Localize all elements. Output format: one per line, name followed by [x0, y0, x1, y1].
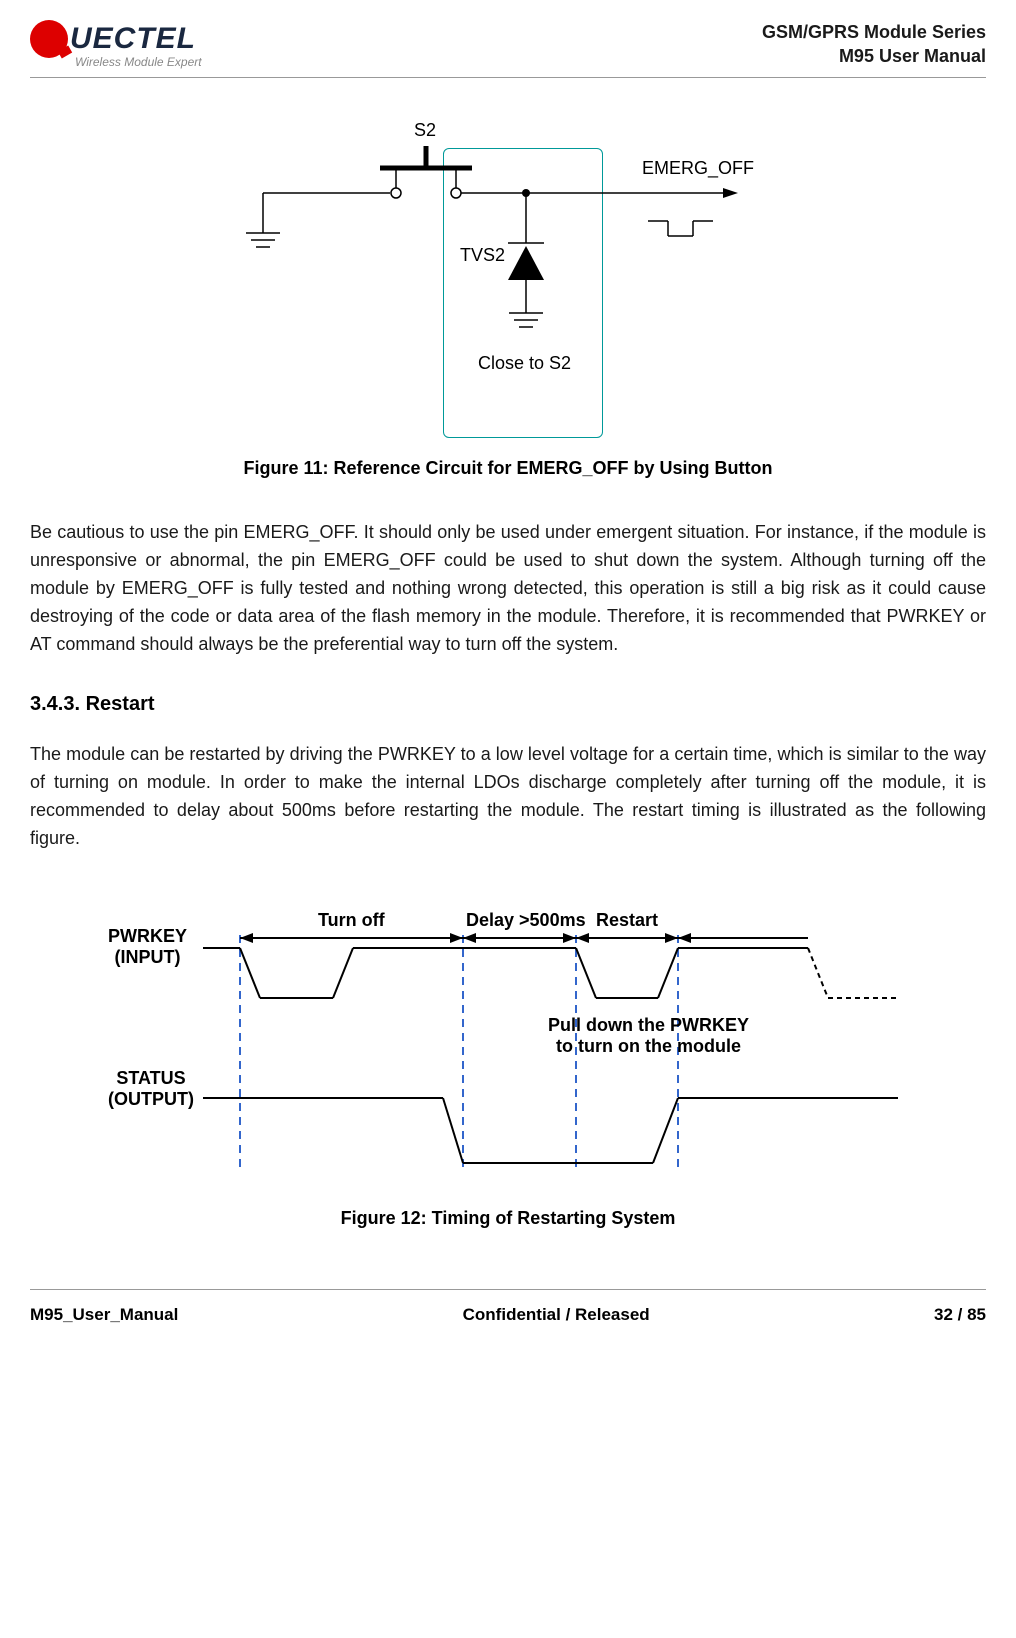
restart-heading: 3.4.3. Restart	[30, 693, 986, 716]
restart-paragraph: The module can be restarted by driving t…	[30, 741, 986, 853]
logo: UECTEL	[30, 20, 202, 58]
close-to-s2-label: Close to S2	[478, 353, 571, 374]
manual-title: M95 User Manual	[762, 44, 986, 68]
timing-svg	[108, 893, 908, 1183]
figure12-caption: Figure 12: Timing of Restarting System	[30, 1208, 986, 1229]
figure11-caption: Figure 11: Reference Circuit for EMERG_O…	[30, 458, 986, 479]
logo-section: UECTEL Wireless Module Expert	[30, 20, 202, 69]
tvs2-label: TVS2	[460, 245, 505, 266]
series-title: GSM/GPRS Module Series	[762, 20, 986, 44]
emerg-off-label: EMERG_OFF	[642, 158, 754, 179]
s2-label: S2	[414, 120, 436, 141]
logo-subtitle: Wireless Module Expert	[75, 55, 202, 69]
caution-paragraph: Be cautious to use the pin EMERG_OFF. It…	[30, 519, 986, 658]
turnoff-label: Turn off	[318, 910, 385, 931]
figure-circuit: S2 EMERG_OFF TVS2 Close to S2	[228, 108, 788, 438]
page-footer: M95_User_Manual Confidential / Released …	[30, 1289, 986, 1325]
footer-right: 32 / 85	[934, 1305, 986, 1325]
delay-label: Delay >500ms	[466, 910, 586, 931]
header-titles: GSM/GPRS Module Series M95 User Manual	[762, 20, 986, 69]
figure-timing: PWRKEY (INPUT) STATUS (OUTPUT) Turn off …	[108, 893, 908, 1183]
footer-left: M95_User_Manual	[30, 1305, 178, 1325]
logo-q-icon	[30, 20, 68, 58]
pulldown-label: Pull down the PWRKEY to turn on the modu…	[548, 1015, 749, 1057]
pwrkey-label: PWRKEY (INPUT)	[108, 926, 187, 968]
status-label: STATUS (OUTPUT)	[108, 1068, 194, 1110]
page-header: UECTEL Wireless Module Expert GSM/GPRS M…	[30, 20, 986, 78]
footer-center: Confidential / Released	[463, 1305, 650, 1325]
logo-text: UECTEL	[70, 22, 196, 56]
restart-label: Restart	[596, 910, 658, 931]
